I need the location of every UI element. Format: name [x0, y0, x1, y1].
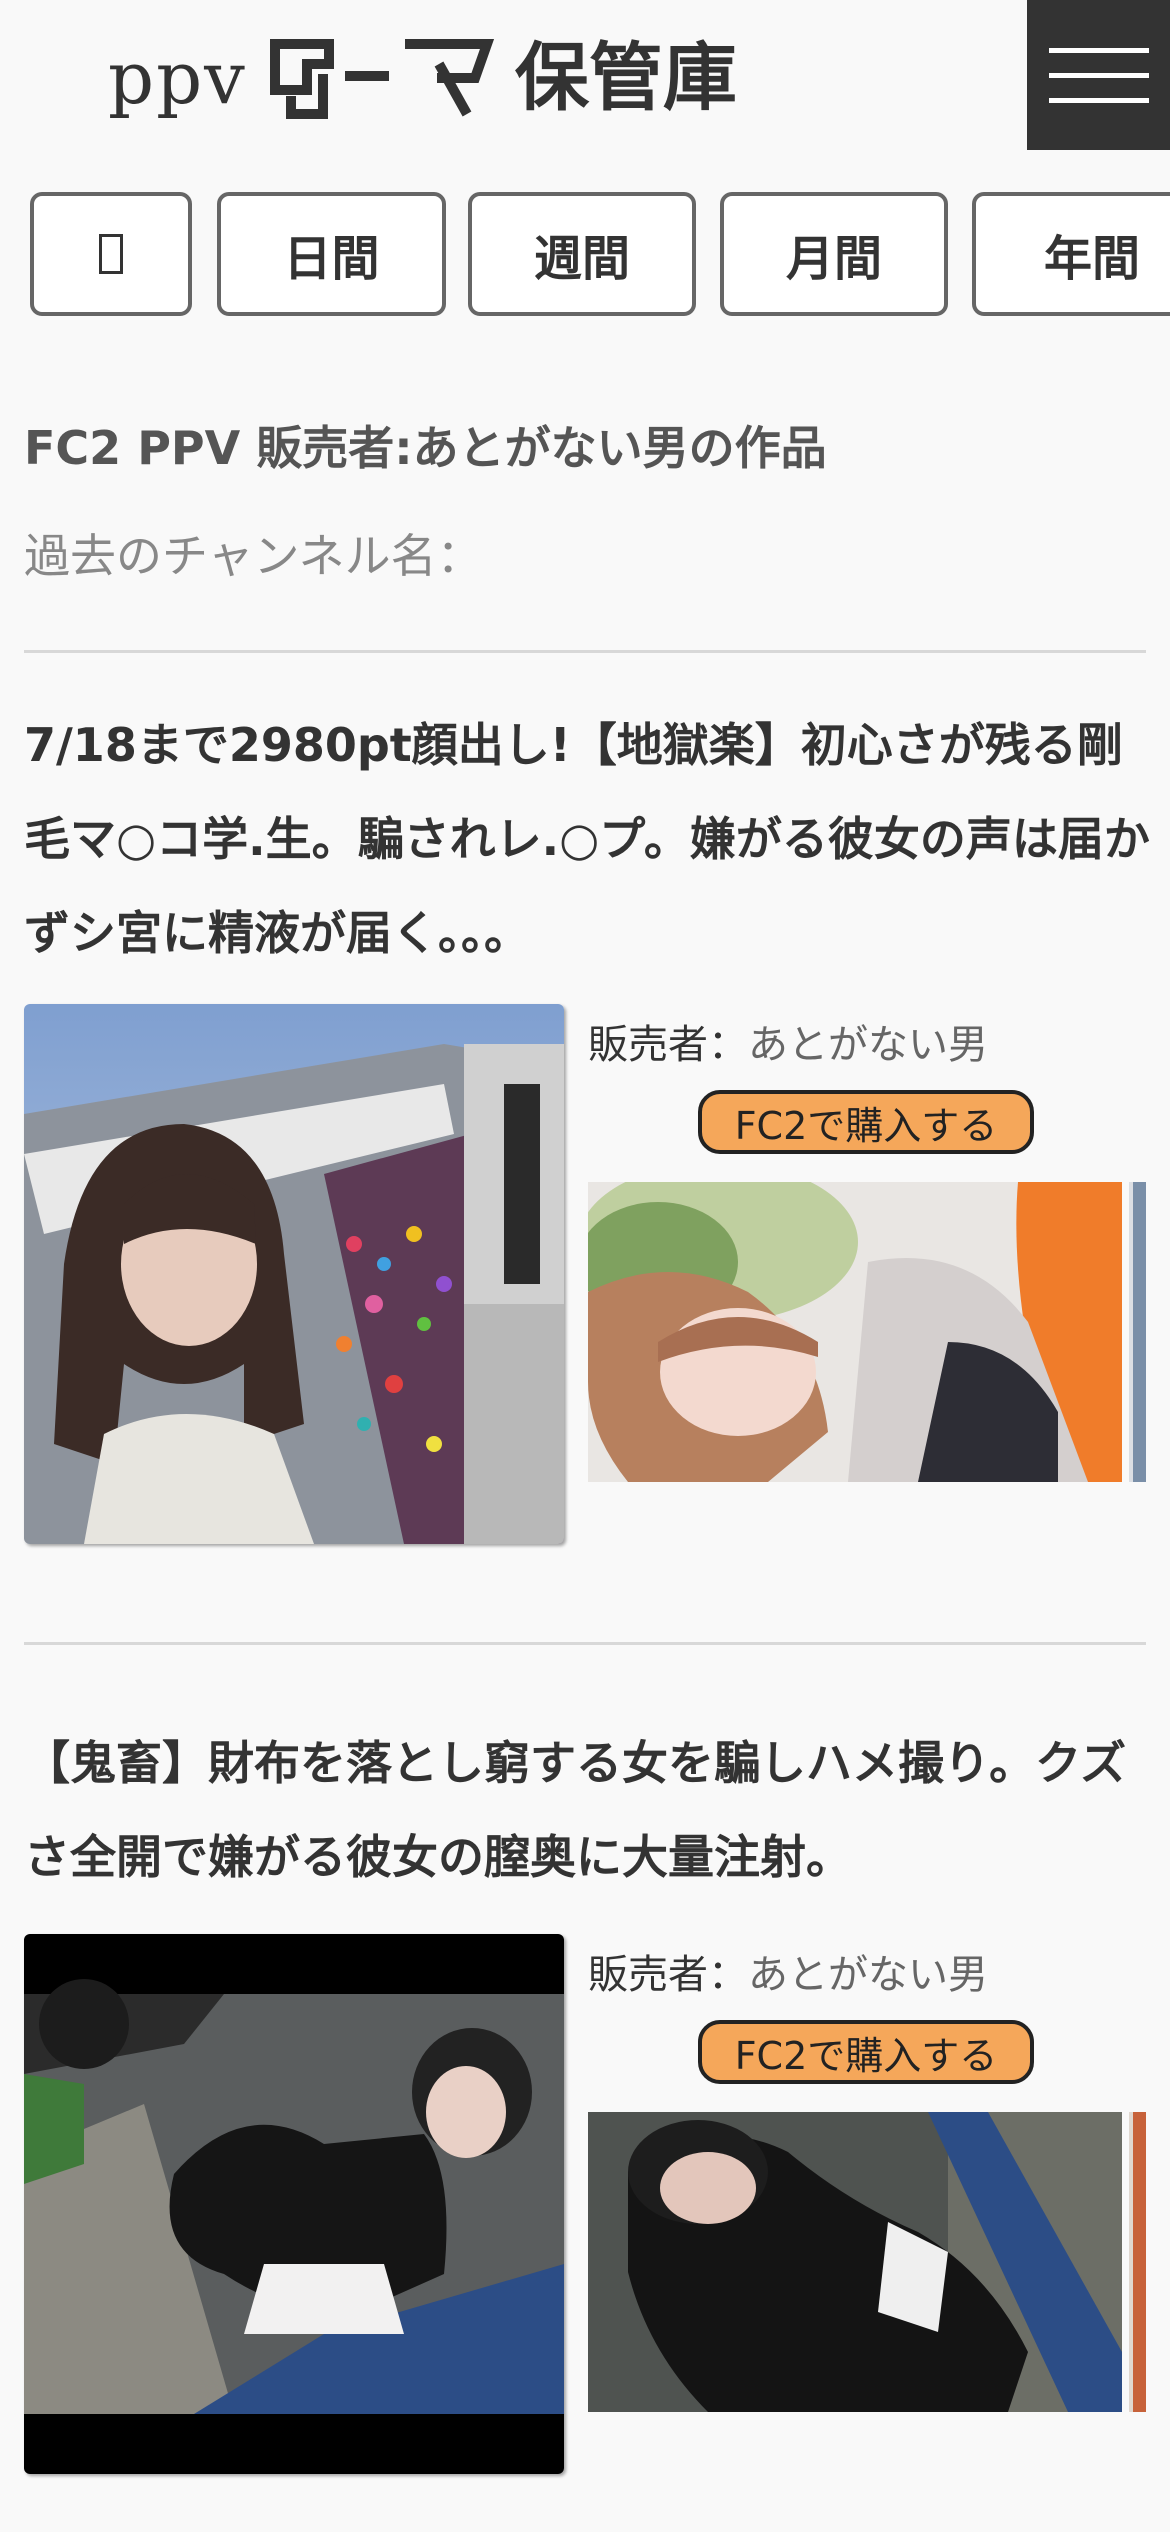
thumbnail-photo — [24, 1934, 564, 2474]
logo-prefix: ppv — [108, 36, 247, 120]
tab-yearly[interactable]: 年間 — [972, 192, 1170, 316]
menu-line — [1049, 73, 1149, 78]
tab-weekly[interactable]: 週間 — [468, 192, 696, 316]
data-logo-mark — [269, 39, 494, 119]
buy-on-fc2-button[interactable]: FC2で購入する — [698, 2020, 1034, 2084]
site-title: 保管庫 — [514, 35, 737, 121]
sample-image-next[interactable] — [1129, 2112, 1146, 2412]
past-channel-names: 過去のチャンネル名： — [24, 529, 483, 583]
sample-image[interactable] — [588, 2112, 1122, 2412]
sample-photo-next — [1129, 2112, 1146, 2412]
sample-image[interactable] — [588, 1182, 1122, 1482]
site-header: ppv 保管庫 — [0, 0, 1170, 150]
item-thumbnail[interactable] — [24, 1004, 564, 1544]
menu-line — [1049, 48, 1149, 53]
seller-line: 販売者：あとがない男 — [588, 1012, 988, 1070]
seller-heading: FC2 PPV 販売者:あとがない男の作品 — [24, 421, 827, 475]
tab-monthly[interactable]: 月間 — [720, 192, 948, 316]
tab-daily[interactable]: 日間 — [217, 192, 446, 316]
ranking-tabs: 日間 週間 月間 年間 — [30, 192, 1170, 324]
seller-line: 販売者：あとがない男 — [588, 1942, 988, 2000]
menu-line — [1049, 98, 1149, 103]
item-title[interactable]: 【鬼畜】財布を落とし窮する女を騙しハメ撮り。クズさ全開で嫌がる彼女の膣奥に大量注… — [24, 1716, 1154, 1904]
seller-name-link[interactable]: あとがない男 — [748, 1952, 988, 1998]
sample-image-next[interactable] — [1129, 1182, 1146, 1482]
divider — [24, 650, 1146, 653]
hamburger-menu-button[interactable] — [1027, 0, 1170, 150]
divider — [24, 1642, 1146, 1645]
tab-icon[interactable] — [30, 192, 192, 316]
unknown-glyph-icon — [99, 234, 123, 274]
seller-name-link[interactable]: あとがない男 — [748, 1022, 988, 1068]
sample-photo — [588, 1182, 1122, 1482]
buy-on-fc2-button[interactable]: FC2で購入する — [698, 1090, 1034, 1154]
seller-label: 販売者： — [588, 1022, 748, 1068]
thumbnail-photo — [24, 1004, 564, 1544]
sample-photo-next — [1129, 1182, 1146, 1482]
item-title[interactable]: 7/18まで2980pt顔出し!【地獄楽】初心さが残る剛毛マ○コ学.生。騙されレ… — [24, 698, 1154, 980]
sample-photo — [588, 2112, 1122, 2412]
site-logo[interactable]: ppv 保管庫 — [108, 28, 737, 128]
item-thumbnail[interactable] — [24, 1934, 564, 2474]
seller-label: 販売者： — [588, 1952, 748, 1998]
